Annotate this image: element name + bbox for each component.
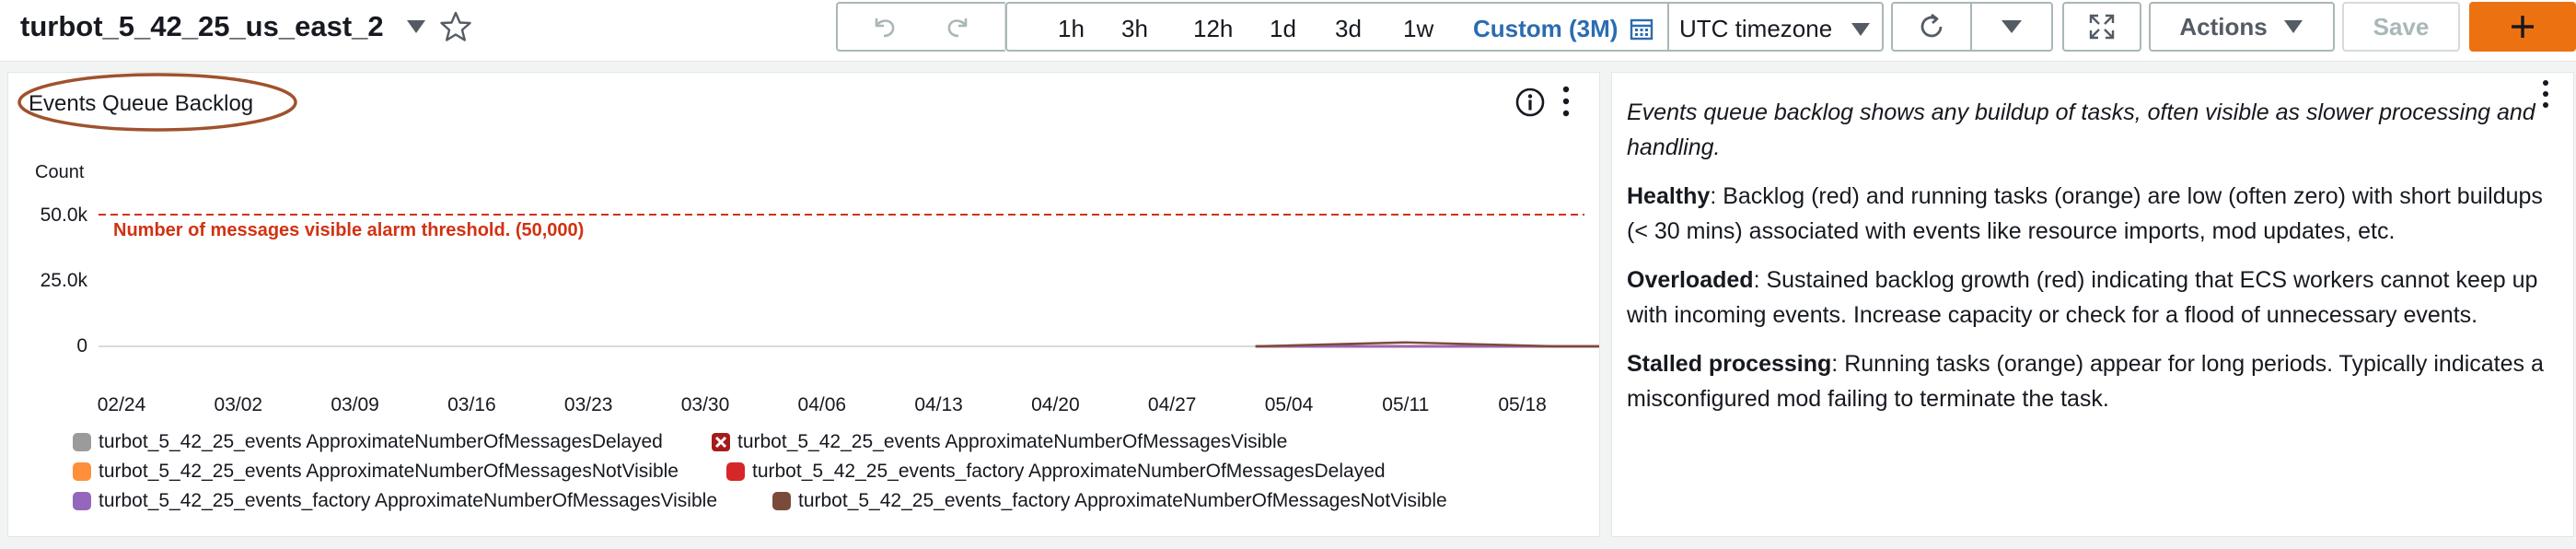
fullscreen-icon xyxy=(2089,14,2115,40)
actions-dropdown[interactable]: Actions xyxy=(2149,2,2335,52)
section-heading: Overloaded xyxy=(1627,267,1754,293)
section-text: : Backlog (red) and running tasks (orang… xyxy=(1627,183,2543,244)
legend-label: turbot_5_42_25_events_factory Approximat… xyxy=(752,461,1386,482)
x-tick-label: 05/18 xyxy=(1498,394,1547,415)
y-tick-label: 25.0k xyxy=(41,270,88,291)
x-tick-label: 03/09 xyxy=(331,394,379,415)
time-range-3h[interactable]: 3h xyxy=(1121,15,1148,42)
legend-item[interactable]: turbot_5_42_25_events ApproximateNumberO… xyxy=(712,430,1287,454)
hidden-series-x-icon xyxy=(712,433,730,451)
refresh-icon xyxy=(1920,13,1943,38)
x-tick-label: 02/24 xyxy=(98,394,146,415)
time-range-1h[interactable]: 1h xyxy=(1058,15,1085,42)
legend-item[interactable]: turbot_5_42_25_events_factory Approximat… xyxy=(726,460,1386,484)
chevron-down-icon xyxy=(2283,20,2303,33)
add-widget-button[interactable] xyxy=(2469,2,2576,52)
x-tick-label: 03/02 xyxy=(215,394,263,415)
star-icon[interactable] xyxy=(439,10,472,43)
calendar-icon[interactable] xyxy=(1630,17,1654,41)
time-range-3d[interactable]: 3d xyxy=(1335,15,1362,42)
dashboard-toolbar: turbot_5_42_25_us_east_2 1h 3h 12h 1d 3d… xyxy=(0,0,2576,62)
legend-label: turbot_5_42_25_events_factory Approximat… xyxy=(99,490,717,511)
legend-swatch xyxy=(73,462,91,481)
dashboard-title: turbot_5_42_25_us_east_2 xyxy=(20,10,384,42)
undo-icon xyxy=(875,18,895,38)
legend-swatch xyxy=(73,433,91,451)
time-range-1d[interactable]: 1d xyxy=(1270,15,1296,42)
legend-swatch xyxy=(772,492,791,510)
y-axis-label: Count xyxy=(35,162,85,182)
section-text: : Sustained backlog growth (red) indicat… xyxy=(1627,267,2538,328)
redo-button[interactable] xyxy=(944,13,973,41)
events-queue-backlog-widget: Events Queue Backlog Count 50.0k 25.0k 0 0… xyxy=(7,72,1600,537)
legend-label: turbot_5_42_25_events_factory Approximat… xyxy=(798,490,1447,511)
description-stalled: Stalled processing: Running tasks (orang… xyxy=(1627,346,2547,416)
backlog-description-widget: Events queue backlog shows any buildup o… xyxy=(1611,72,2574,537)
legend-item[interactable]: turbot_5_42_25_events ApproximateNumberO… xyxy=(73,460,679,484)
x-tick-label: 04/06 xyxy=(798,394,847,415)
x-tick-label: 04/20 xyxy=(1031,394,1080,415)
x-tick-label: 03/16 xyxy=(447,394,496,415)
y-tick-label: 0 xyxy=(76,335,87,356)
legend-label: turbot_5_42_25_events ApproximateNumberO… xyxy=(99,461,679,482)
markdown-text: Events queue backlog shows any buildup o… xyxy=(1627,95,2547,430)
time-range-12h[interactable]: 12h xyxy=(1193,15,1233,42)
timezone-label: UTC timezone xyxy=(1679,15,1833,42)
x-tick-label: 04/27 xyxy=(1148,394,1197,415)
undo-redo-group xyxy=(836,2,1005,52)
description-overloaded: Overloaded: Sustained backlog growth (re… xyxy=(1627,263,2547,333)
chevron-down-icon xyxy=(2002,20,2022,33)
description-intro: Events queue backlog shows any buildup o… xyxy=(1627,99,2535,160)
section-heading: Healthy xyxy=(1627,183,1711,209)
refresh-options-button[interactable] xyxy=(1970,2,2053,52)
undo-button[interactable] xyxy=(869,13,899,41)
time-range-custom[interactable]: Custom (3M) xyxy=(1473,15,1618,42)
y-tick-label: 50.0k xyxy=(41,204,88,226)
legend-item[interactable]: turbot_5_42_25_events ApproximateNumberO… xyxy=(73,430,663,454)
legend-swatch xyxy=(726,462,745,481)
alarm-threshold-label: Number of messages visible alarm thresho… xyxy=(113,220,584,240)
fullscreen-button[interactable] xyxy=(2062,2,2141,52)
time-range-1w[interactable]: 1w xyxy=(1403,15,1433,42)
legend-label: turbot_5_42_25_events ApproximateNumberO… xyxy=(99,431,663,452)
redo-icon xyxy=(947,18,968,38)
save-button[interactable]: Save xyxy=(2342,2,2460,52)
legend-item[interactable]: turbot_5_42_25_events_factory Approximat… xyxy=(73,489,717,513)
time-range-selector: 1h 3h 12h 1d 3d 1w Custom (3M) xyxy=(1005,2,1669,52)
x-tick-label: 03/23 xyxy=(564,394,613,415)
save-label: Save xyxy=(2373,12,2430,41)
refresh-button[interactable] xyxy=(1891,2,1972,52)
legend-item[interactable]: turbot_5_42_25_events_factory Approximat… xyxy=(772,489,1447,513)
legend-swatch xyxy=(73,492,91,510)
chevron-down-icon xyxy=(1851,23,1870,36)
x-tick-label: 05/11 xyxy=(1382,394,1429,415)
x-tick-label: 03/30 xyxy=(681,394,730,415)
description-healthy: Healthy: Backlog (red) and running tasks… xyxy=(1627,179,2547,249)
actions-label: Actions xyxy=(2179,12,2268,41)
chevron-down-icon[interactable] xyxy=(405,18,427,36)
backlog-line-chart: Count 50.0k 25.0k 0 02/24 03/02 03/09 03/16 03… xyxy=(35,162,1599,415)
legend-label: turbot_5_42_25_events ApproximateNumberO… xyxy=(737,431,1288,452)
plus-icon xyxy=(2512,16,2534,38)
x-tick-label: 04/13 xyxy=(914,394,963,415)
timezone-select[interactable]: UTC timezone xyxy=(1667,2,1884,52)
section-heading: Stalled processing xyxy=(1627,351,1832,377)
x-tick-label: 05/04 xyxy=(1265,394,1314,415)
